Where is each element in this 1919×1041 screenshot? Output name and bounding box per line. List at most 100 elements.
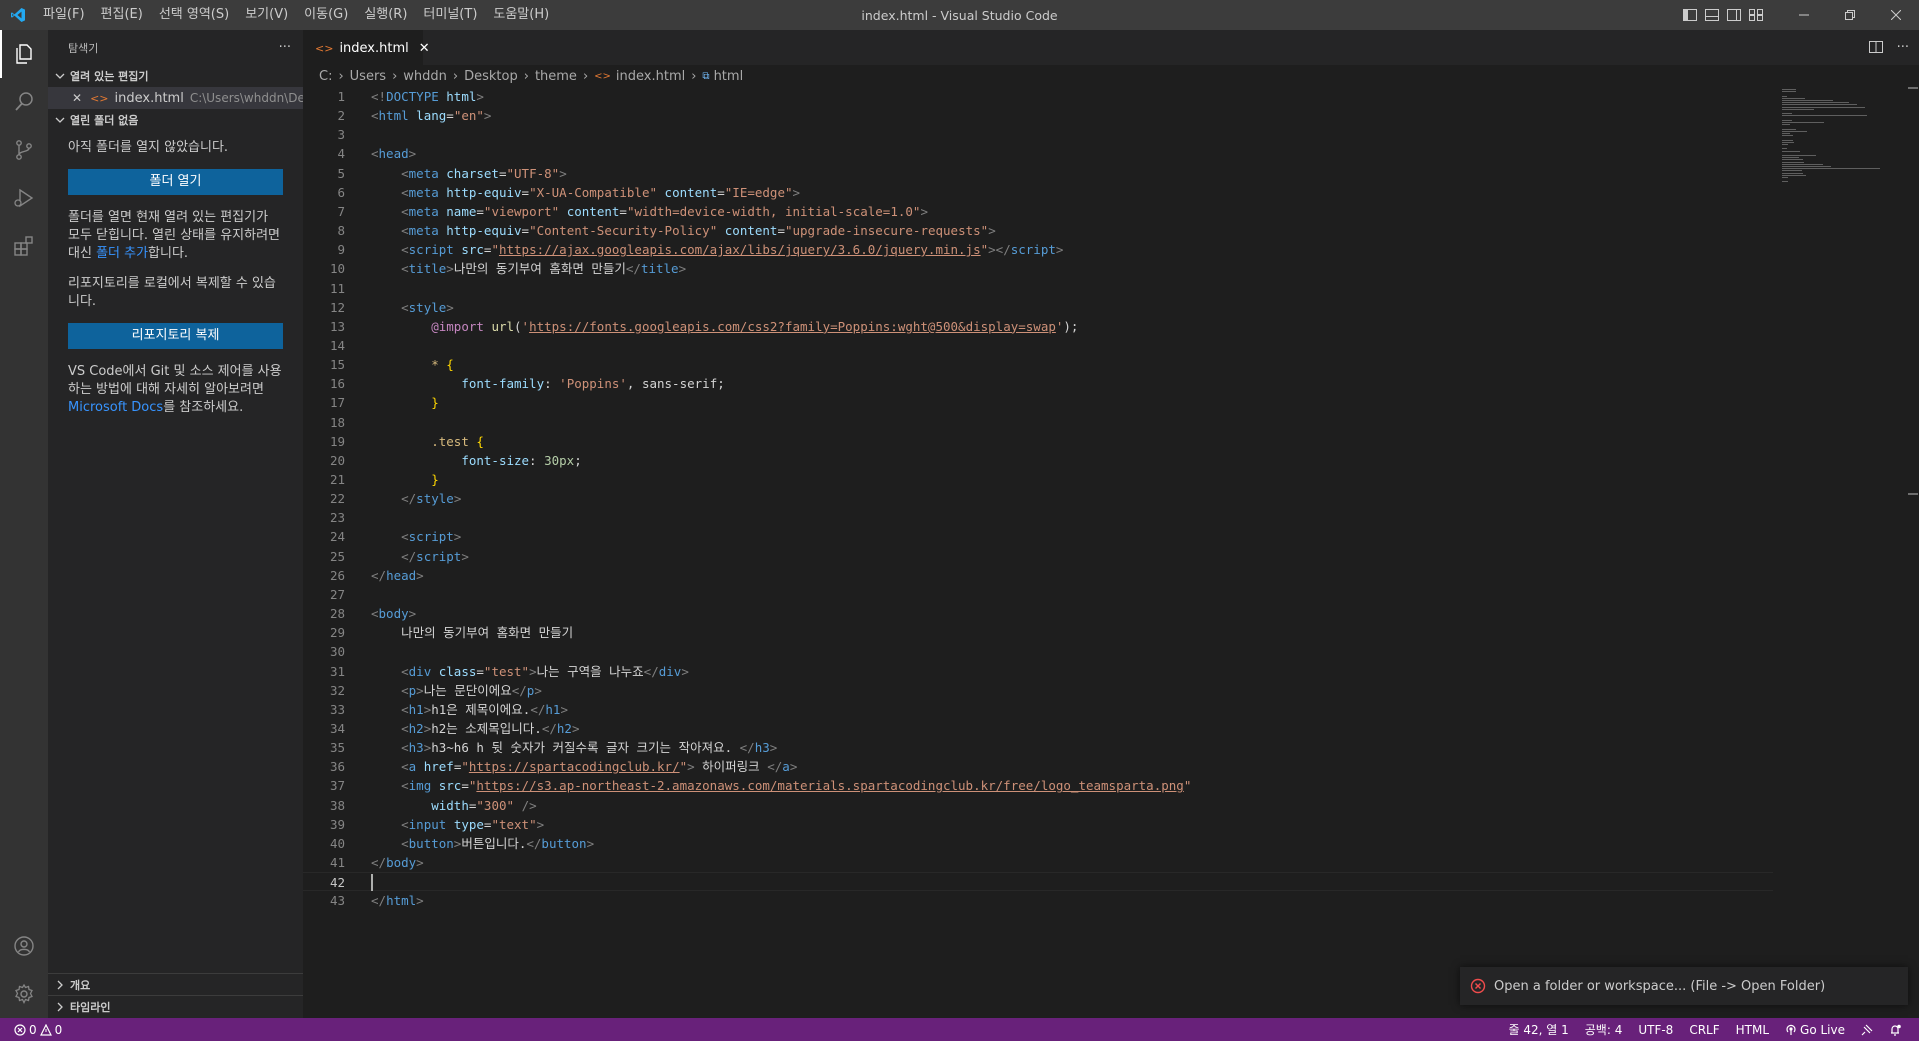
open-editor-item[interactable]: ✕ <> index.html C:\Users\whddn\Desk... xyxy=(48,87,303,109)
code-line[interactable]: 42 xyxy=(303,872,1773,892)
notifications-bell-icon[interactable] xyxy=(1881,1024,1909,1036)
code-line[interactable]: 1 <!DOCTYPE html> xyxy=(303,87,1773,106)
no-folder-section[interactable]: 열린 폴더 없음 xyxy=(48,109,303,131)
code-line[interactable]: 28 <body> xyxy=(303,604,1773,623)
split-editor-icon[interactable] xyxy=(1868,38,1883,57)
code-line[interactable]: 21 } xyxy=(303,470,1773,489)
minimap[interactable] xyxy=(1780,87,1905,207)
code-line[interactable]: 31 <div class="test">나는 구역을 나누죠</div> xyxy=(303,662,1773,681)
code-line[interactable]: 11 xyxy=(303,279,1773,298)
menu-item[interactable]: 이동(G) xyxy=(296,0,356,30)
code-line[interactable]: 4 <head> xyxy=(303,144,1773,163)
go-live-button[interactable]: Go Live xyxy=(1777,1023,1853,1037)
code-line[interactable]: 25 </script> xyxy=(303,547,1773,566)
code-line[interactable]: 41 </body> xyxy=(303,853,1773,872)
encoding[interactable]: UTF-8 xyxy=(1630,1023,1681,1037)
breadcrumb-item[interactable]: theme xyxy=(535,69,577,84)
vertical-scrollbar[interactable] xyxy=(1905,87,1919,1018)
close-window-button[interactable] xyxy=(1873,0,1919,30)
restore-button[interactable] xyxy=(1827,0,1873,30)
menu-item[interactable]: 보기(V) xyxy=(237,0,296,30)
minimize-button[interactable] xyxy=(1781,0,1827,30)
code-line[interactable]: 27 xyxy=(303,585,1773,604)
code-line[interactable]: 16 font-family: 'Poppins', sans-serif; xyxy=(303,374,1773,393)
more-actions-icon[interactable]: ··· xyxy=(279,40,291,55)
code-line[interactable]: 2 <html lang="en"> xyxy=(303,106,1773,125)
code-line[interactable]: 20 font-size: 30px; xyxy=(303,451,1773,470)
menu-item[interactable]: 터미널(T) xyxy=(415,0,485,30)
code-line[interactable]: 23 xyxy=(303,508,1773,527)
code-line[interactable]: 3 xyxy=(303,125,1773,144)
cursor-position[interactable]: 줄 42, 열 1 xyxy=(1501,1021,1577,1038)
open-editors-section[interactable]: 열려 있는 편집기 xyxy=(48,65,303,87)
code-line[interactable]: 43 </html> xyxy=(303,891,1773,910)
close-tab-icon[interactable]: ✕ xyxy=(419,41,430,56)
code-line[interactable]: 10 <title>나만의 동기부여 홈화면 만들기</title> xyxy=(303,259,1773,278)
explorer-icon[interactable] xyxy=(0,30,48,78)
code-line[interactable]: 22 </style> xyxy=(303,489,1773,508)
close-editor-icon[interactable]: ✕ xyxy=(72,91,82,105)
settings-gear-icon[interactable] xyxy=(0,970,48,1018)
menu-item[interactable]: 실행(R) xyxy=(356,0,415,30)
indentation[interactable]: 공백: 4 xyxy=(1577,1021,1631,1038)
breadcrumb-item[interactable]: Desktop xyxy=(464,69,518,84)
code-line[interactable]: 26 </head> xyxy=(303,566,1773,585)
code-line[interactable]: 13 @import url('https://fonts.googleapis… xyxy=(303,317,1773,336)
feedback-icon[interactable] xyxy=(1853,1024,1881,1036)
code-line[interactable]: 8 <meta http-equiv="Content-Security-Pol… xyxy=(303,221,1773,240)
code-line[interactable]: 33 <h1>h1은 제목이에요.</h1> xyxy=(303,700,1773,719)
toggle-primary-sidebar-icon[interactable] xyxy=(1679,0,1701,30)
toggle-panel-icon[interactable] xyxy=(1701,0,1723,30)
breadcrumb-item[interactable]: html xyxy=(714,69,744,84)
toggle-secondary-sidebar-icon[interactable] xyxy=(1723,0,1745,30)
extensions-icon[interactable] xyxy=(0,222,48,270)
menu-item[interactable]: 도움말(H) xyxy=(485,0,557,30)
end-of-line[interactable]: CRLF xyxy=(1681,1023,1727,1037)
clone-repository-button[interactable]: 리포지토리 복제 xyxy=(68,323,283,349)
accounts-icon[interactable] xyxy=(0,922,48,970)
add-folder-link[interactable]: 폴더 추가 xyxy=(96,246,148,261)
open-folder-button[interactable]: 폴더 열기 xyxy=(68,169,283,195)
breadcrumb-item[interactable]: index.html xyxy=(616,69,685,84)
code-line[interactable]: 37 <img src="https://s3.ap-northeast-2.a… xyxy=(303,776,1773,795)
code-line[interactable]: 9 <script src="https://ajax.googleapis.c… xyxy=(303,240,1773,259)
code-line[interactable]: 36 <a href="https://spartacodingclub.kr/… xyxy=(303,757,1773,776)
code-editor[interactable]: 1 <!DOCTYPE html> 2 <html lang="en"> 3 4 <head… xyxy=(303,87,1773,1018)
breadcrumb-item[interactable]: C: xyxy=(319,69,332,84)
code-line[interactable]: 39 <input type="text"> xyxy=(303,815,1773,834)
code-line[interactable]: 15 * { xyxy=(303,355,1773,374)
code-line[interactable]: 7 <meta name="viewport" content="width=d… xyxy=(303,202,1773,221)
breadcrumb-item[interactable]: Users xyxy=(350,69,386,84)
code-line[interactable]: 24 <script> xyxy=(303,527,1773,546)
notification-toast[interactable]: Open a folder or workspace... (File -> O… xyxy=(1460,967,1908,1005)
menu-item[interactable]: 파일(F) xyxy=(35,0,93,30)
code-line[interactable]: 19 .test { xyxy=(303,432,1773,451)
code-line[interactable]: 5 <meta charset="UTF-8"> xyxy=(303,164,1773,183)
tab-index-html[interactable]: <> index.html ✕ xyxy=(303,30,430,65)
search-icon[interactable] xyxy=(0,78,48,126)
problems-indicator[interactable]: 0 0 xyxy=(10,1023,66,1037)
code-line[interactable]: 29 나만의 동기부여 홈화면 만들기 xyxy=(303,623,1773,642)
menu-item[interactable]: 선택 영역(S) xyxy=(151,0,237,30)
outline-section[interactable]: 개요 xyxy=(48,974,303,996)
more-actions-icon[interactable]: ··· xyxy=(1897,40,1909,55)
code-line[interactable]: 18 xyxy=(303,413,1773,432)
code-line[interactable]: 34 <h2>h2는 소제목입니다.</h2> xyxy=(303,719,1773,738)
code-line[interactable]: 40 <button>버튼입니다.</button> xyxy=(303,834,1773,853)
code-line[interactable]: 17 } xyxy=(303,393,1773,412)
breadcrumb-item[interactable]: whddn xyxy=(403,69,447,84)
timeline-section[interactable]: 타임라인 xyxy=(48,996,303,1018)
code-line[interactable]: 38 width="300" /> xyxy=(303,796,1773,815)
customize-layout-icon[interactable] xyxy=(1745,0,1767,30)
code-line[interactable]: 14 xyxy=(303,336,1773,355)
code-line[interactable]: 30 xyxy=(303,642,1773,661)
code-line[interactable]: 6 <meta http-equiv="X-UA-Compatible" con… xyxy=(303,183,1773,202)
run-and-debug-icon[interactable] xyxy=(0,174,48,222)
code-line[interactable]: 35 <h3>h3~h6 h 뒷 숫자가 커질수록 글자 크기는 작아져요. <… xyxy=(303,738,1773,757)
language-mode[interactable]: HTML xyxy=(1728,1023,1777,1037)
code-line[interactable]: 12 <style> xyxy=(303,298,1773,317)
code-line[interactable]: 32 <p>나는 문단이에요</p> xyxy=(303,681,1773,700)
source-control-icon[interactable] xyxy=(0,126,48,174)
menu-item[interactable]: 편집(E) xyxy=(93,0,151,30)
microsoft-docs-link[interactable]: Microsoft Docs xyxy=(68,400,163,415)
